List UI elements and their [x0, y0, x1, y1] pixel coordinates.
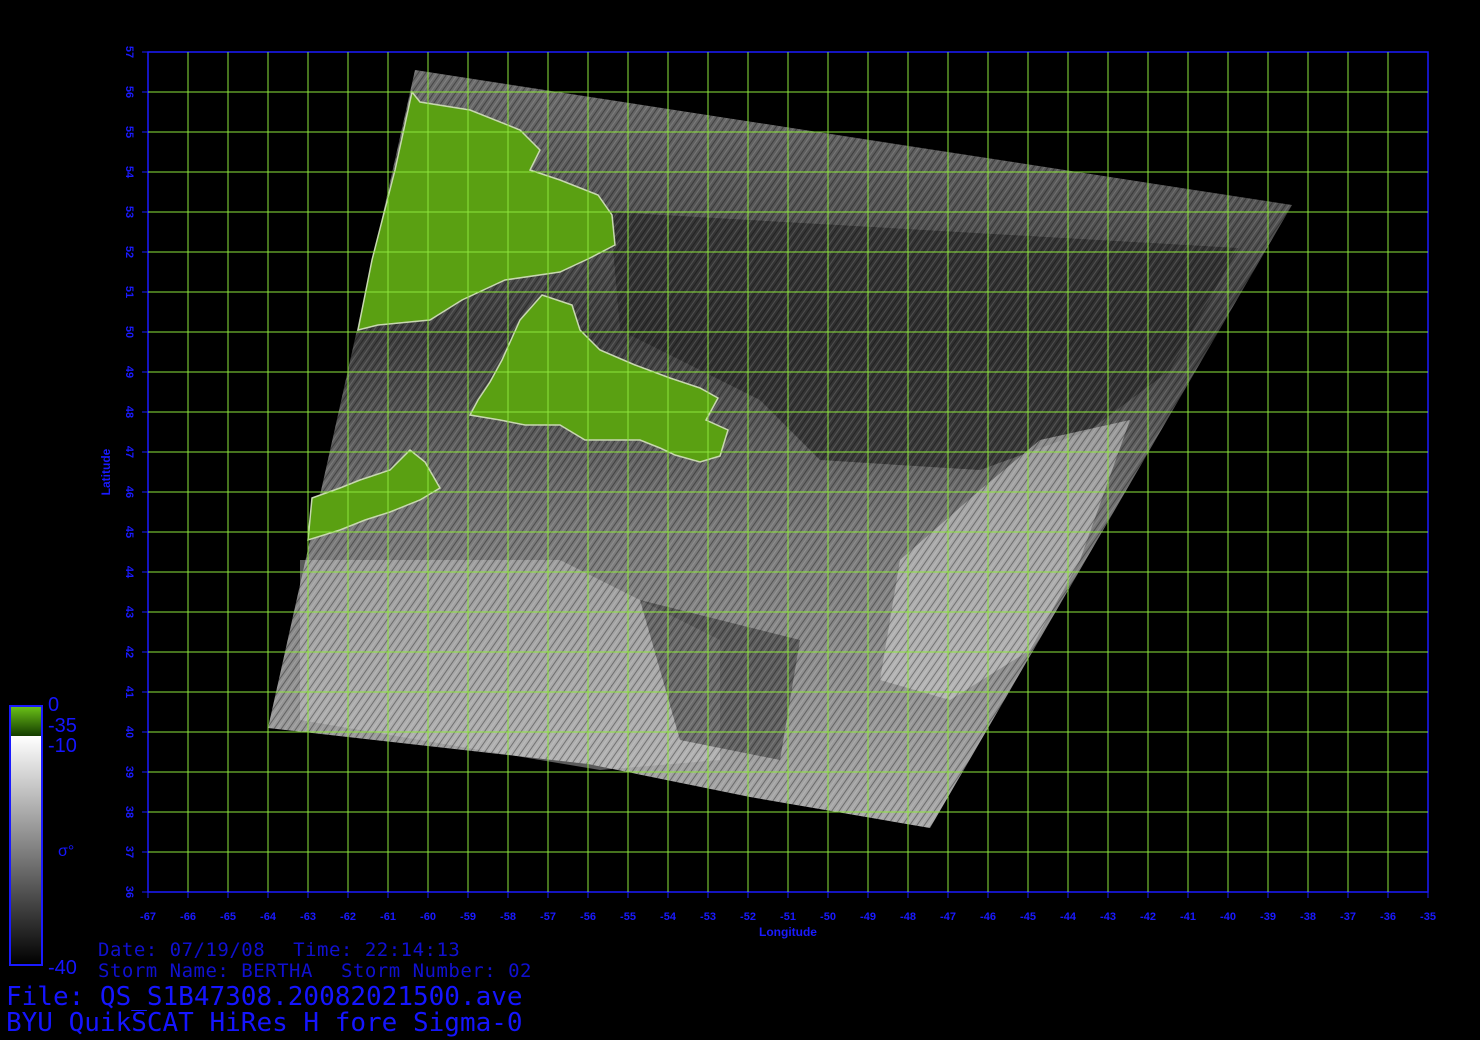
x-tick-label: -61	[380, 911, 396, 923]
y-tick-label: 56	[123, 86, 135, 98]
storm-line: Storm Name: BERTHA Storm Number: 02	[98, 961, 532, 981]
y-tick-label: 46	[123, 486, 135, 498]
colorbar-ocean-max: -10	[48, 735, 77, 757]
x-tick-label: -40	[1220, 911, 1236, 923]
x-tick-label: -57	[540, 911, 556, 923]
x-tick-label: -41	[1180, 911, 1196, 923]
y-tick-label: 48	[123, 406, 135, 418]
colorbar-land-min: -35	[48, 715, 77, 737]
storm-number-label: Storm Number:	[340, 960, 497, 982]
date-label: Date:	[98, 939, 158, 961]
longitude-tick-labels: -67 -66 -65 -64 -63 -62 -61 -60 -59 -58 -57 -56 -55 -…	[140, 892, 1436, 923]
y-tick-label: 45	[123, 526, 135, 538]
y-tick-label: 42	[123, 646, 135, 658]
x-axis-title: Longitude	[759, 925, 817, 939]
x-tick-label: -55	[620, 911, 636, 923]
x-tick-label: -42	[1140, 911, 1156, 923]
x-tick-label: -45	[1020, 911, 1036, 923]
x-tick-label: -59	[460, 911, 476, 923]
file-name-line: File: QS_S1B47308.20082021500.ave	[6, 982, 523, 1012]
y-tick-label: 54	[123, 166, 135, 179]
colorbar-ocean-segment	[10, 736, 42, 965]
x-tick-label: -39	[1260, 911, 1276, 923]
y-tick-label: 53	[123, 206, 135, 218]
x-tick-label: -65	[220, 911, 236, 923]
x-tick-label: -56	[580, 911, 596, 923]
x-tick-label: -60	[420, 911, 436, 923]
x-tick-label: -62	[340, 911, 356, 923]
y-tick-label: 51	[123, 286, 135, 298]
y-tick-label: 38	[123, 806, 135, 818]
y-tick-label: 40	[123, 726, 135, 738]
colorbar	[9, 705, 43, 966]
date-time-line: Date: 07/19/08 Time: 22:14:13	[98, 940, 460, 960]
y-tick-label: 36	[123, 886, 135, 898]
y-tick-label: 41	[123, 686, 135, 698]
y-tick-label: 43	[123, 606, 135, 618]
colorbar-ocean-min: -40	[48, 957, 77, 979]
x-tick-label: -37	[1340, 911, 1356, 923]
product-title-line: BYU QuikSCAT HiRes H fore Sigma-0	[6, 1008, 523, 1038]
y-tick-label: 52	[123, 246, 135, 258]
colorbar-land-max: 0	[48, 694, 60, 716]
x-tick-label: -43	[1100, 911, 1116, 923]
x-tick-label: -63	[300, 911, 316, 923]
x-tick-label: -66	[180, 911, 196, 923]
date-value: 07/19/08	[169, 939, 266, 961]
colorbar-symbol: σ°	[58, 843, 75, 860]
x-tick-label: -44	[1060, 911, 1077, 923]
x-tick-label: -51	[780, 911, 796, 923]
time-label: Time:	[293, 939, 353, 961]
y-tick-label: 55	[123, 126, 135, 138]
x-tick-label: -54	[660, 911, 677, 923]
x-tick-label: -64	[260, 911, 277, 923]
x-tick-label: -46	[980, 911, 996, 923]
x-tick-label: -67	[140, 911, 156, 923]
y-tick-label: 39	[123, 766, 135, 778]
colorbar-land-segment	[10, 706, 42, 736]
x-tick-label: -48	[900, 911, 916, 923]
x-tick-label: -50	[820, 911, 836, 923]
y-tick-label: 50	[123, 326, 135, 338]
storm-number-value: 02	[508, 960, 532, 982]
y-tick-label: 37	[123, 846, 135, 858]
y-tick-label: 57	[123, 46, 135, 58]
y-tick-label: 44	[123, 566, 135, 579]
x-tick-label: -49	[860, 911, 876, 923]
x-tick-label: -52	[740, 911, 756, 923]
sigma0-map: -67 -66 -65 -64 -63 -62 -61 -60 -59 -58 -57 -56 -55 -…	[9, 46, 1436, 966]
storm-name-value: BERTHA	[241, 960, 313, 982]
x-tick-label: -47	[940, 911, 956, 923]
latitude-tick-labels: 36 37 38 39 40 41 42 43 44 45 46 47 48 49 50 51 52 53 54 55…	[123, 46, 148, 898]
y-axis-title: Latitude	[99, 448, 113, 495]
x-tick-label: -38	[1300, 911, 1316, 923]
y-tick-label: 47	[123, 446, 135, 458]
x-tick-label: -58	[500, 911, 516, 923]
storm-name-label: Storm Name:	[98, 960, 230, 982]
time-value: 22:14:13	[364, 939, 461, 961]
x-tick-label: -53	[700, 911, 716, 923]
y-tick-label: 49	[123, 366, 135, 378]
x-tick-label: -36	[1380, 911, 1396, 923]
x-tick-label: -35	[1420, 911, 1436, 923]
